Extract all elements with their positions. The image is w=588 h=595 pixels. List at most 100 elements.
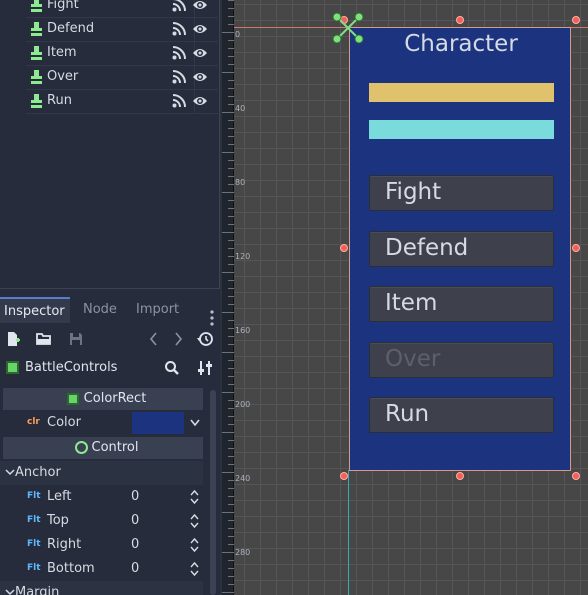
section-colorrect-label: ColorRect	[83, 391, 147, 406]
ruler-tick	[228, 200, 234, 201]
visibility-eye-icon[interactable]	[192, 22, 208, 36]
colorrect-icon	[67, 393, 79, 405]
property-anchor-right[interactable]: Flt Right 0	[3, 533, 203, 557]
ruler-tick	[228, 344, 234, 345]
ruler-tick	[228, 16, 234, 17]
property-value[interactable]: 0	[131, 489, 139, 504]
resize-handle-bottom[interactable]	[456, 472, 464, 480]
tree-item-defend[interactable]: Defend	[26, 18, 218, 42]
run-button[interactable]: Run	[369, 397, 554, 433]
tree-item-item[interactable]: Item	[26, 42, 218, 66]
signal-icon[interactable]	[172, 94, 186, 108]
ruler-tick	[222, 512, 234, 513]
resize-handle-bottom-left[interactable]	[340, 472, 348, 480]
ruler-label: 240	[235, 474, 251, 483]
property-label: Right	[47, 537, 82, 552]
group-margin-label: Margin	[15, 585, 60, 595]
color-swatch[interactable]	[132, 412, 184, 434]
section-control[interactable]: Control	[3, 437, 203, 459]
ruler-label: 280	[235, 548, 251, 557]
ruler-tick	[228, 544, 234, 545]
ruler-tick	[228, 64, 234, 65]
tree-item-over[interactable]: Over	[26, 66, 218, 90]
open-folder-icon[interactable]	[36, 331, 52, 347]
dock-menu-icon[interactable]	[210, 309, 214, 327]
ruler-tick	[222, 352, 234, 353]
resize-handle-bottom-right[interactable]	[572, 472, 580, 480]
hp-bar	[369, 83, 554, 102]
ruler-tick	[228, 448, 234, 449]
resize-handle-top[interactable]	[456, 16, 464, 24]
property-value[interactable]: 0	[131, 537, 139, 552]
inspector-toolbar	[0, 327, 220, 353]
visibility-eye-icon[interactable]	[192, 94, 208, 108]
over-button[interactable]: Over	[369, 342, 554, 378]
resize-handle-right[interactable]	[572, 244, 580, 252]
group-anchor[interactable]: Anchor	[0, 461, 203, 485]
canvas-viewport[interactable]: 0 40 80 120 160 200 240 280 Character Fi…	[222, 0, 588, 595]
anchor-pivot-icon[interactable]	[331, 11, 365, 45]
ruler-tick	[228, 8, 234, 9]
section-colorrect[interactable]: ColorRect	[3, 388, 203, 410]
selected-object-name: BattleControls	[25, 360, 118, 375]
ruler-tick	[228, 480, 234, 481]
property-value[interactable]: 0	[131, 561, 139, 576]
visibility-eye-icon[interactable]	[192, 70, 208, 84]
history-forward-icon[interactable]	[170, 331, 186, 347]
fight-button[interactable]: Fight	[369, 175, 554, 211]
signal-icon[interactable]	[172, 46, 186, 60]
group-anchor-label: Anchor	[15, 465, 61, 480]
resize-handle-top-right[interactable]	[572, 16, 580, 24]
character-panel[interactable]: Character Fight Defend Item Over Run	[349, 27, 571, 471]
spinner-icon[interactable]	[190, 561, 199, 577]
signal-icon[interactable]	[172, 22, 186, 36]
float-type-icon: Flt	[27, 515, 41, 525]
object-properties-icon[interactable]	[197, 360, 213, 376]
history-icon[interactable]	[197, 331, 213, 347]
tree-item-label: Over	[47, 69, 79, 84]
history-back-icon[interactable]	[146, 331, 162, 347]
signal-icon[interactable]	[172, 0, 186, 12]
tree-item-run[interactable]: Run	[26, 90, 218, 114]
signal-icon[interactable]	[172, 70, 186, 84]
tab-inspector[interactable]: Inspector	[0, 297, 70, 323]
ruler-tick	[228, 496, 234, 497]
property-value[interactable]: 0	[131, 513, 139, 528]
ruler-tick	[228, 256, 234, 257]
ruler-tick	[228, 288, 234, 289]
search-icon[interactable]	[164, 360, 180, 376]
ruler-tick	[228, 48, 234, 49]
ruler-tick	[228, 160, 234, 161]
tab-node[interactable]: Node	[79, 297, 123, 323]
spinner-icon[interactable]	[190, 489, 199, 505]
defend-button[interactable]: Defend	[369, 231, 554, 267]
chevron-down-icon	[5, 589, 15, 595]
tab-import[interactable]: Import	[132, 297, 184, 323]
ruler-tick	[222, 232, 234, 233]
vertical-guide	[348, 470, 349, 595]
ruler-tick	[228, 560, 234, 561]
color-type-icon: clr	[27, 417, 40, 427]
chevron-down-icon[interactable]	[190, 419, 200, 427]
item-button[interactable]: Item	[369, 286, 554, 322]
group-margin[interactable]: Margin	[0, 581, 203, 595]
save-icon[interactable]	[68, 331, 84, 347]
ruler-tick	[228, 464, 234, 465]
ruler-tick	[228, 384, 234, 385]
tree-item-fight[interactable]: Fight	[26, 0, 218, 18]
property-anchor-top[interactable]: Flt Top 0	[3, 509, 203, 533]
inspector-scrollbar[interactable]	[210, 390, 216, 595]
visibility-eye-icon[interactable]	[192, 0, 208, 12]
visibility-eye-icon[interactable]	[192, 46, 208, 60]
spinner-icon[interactable]	[190, 513, 199, 529]
property-label: Left	[47, 489, 72, 504]
property-anchor-bottom[interactable]: Flt Bottom 0	[3, 557, 203, 581]
new-resource-icon[interactable]	[5, 331, 21, 347]
property-color[interactable]: clr Color	[3, 411, 203, 435]
resize-handle-left[interactable]	[340, 244, 348, 252]
ruler-label: 0	[235, 30, 241, 39]
property-anchor-left[interactable]: Flt Left 0	[3, 485, 203, 509]
ruler-tick	[222, 72, 234, 73]
spinner-icon[interactable]	[190, 537, 199, 553]
selected-object-row[interactable]: BattleControls	[0, 356, 220, 380]
